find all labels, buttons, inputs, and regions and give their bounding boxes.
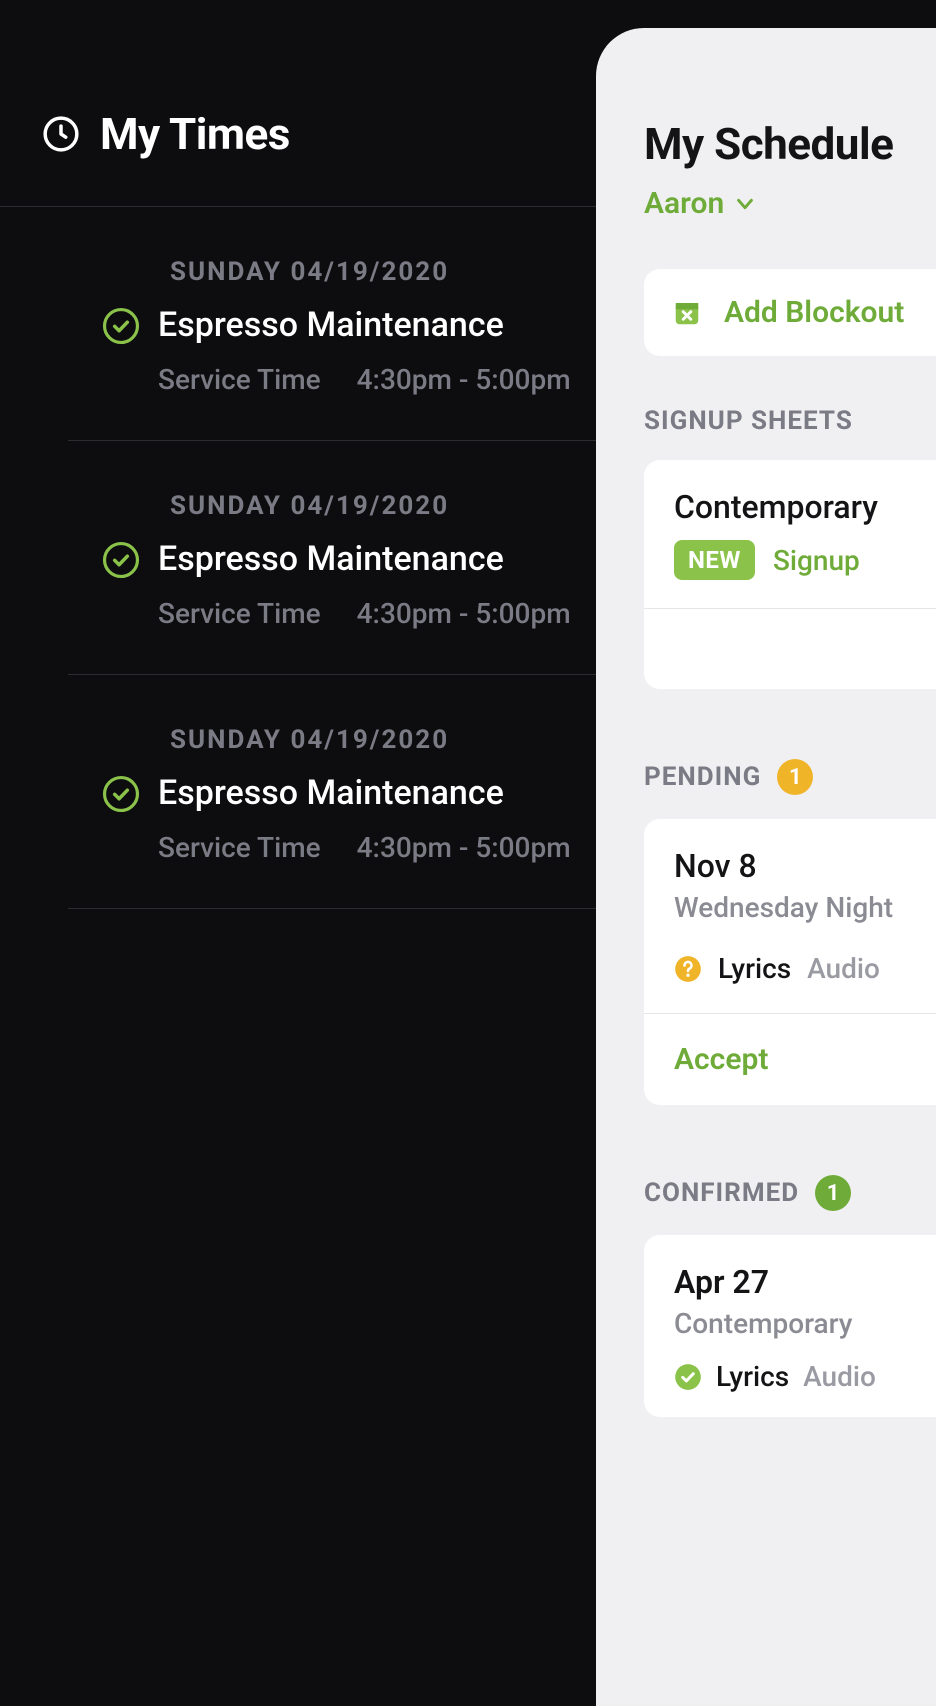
user-name: Aaron xyxy=(644,186,724,221)
time-item[interactable]: SUNDAY 04/19/2020 Espresso Maintenance S… xyxy=(68,675,596,909)
time-title: Espresso Maintenance xyxy=(158,539,571,579)
confirmed-date: Apr 27 xyxy=(674,1263,936,1301)
check-circle-icon xyxy=(102,307,140,345)
pending-count-badge: 1 xyxy=(777,759,813,795)
signup-sheets-label: SIGNUP SHEETS xyxy=(644,406,936,436)
time-date: SUNDAY 04/19/2020 xyxy=(170,257,596,287)
question-icon xyxy=(674,955,702,983)
time-date: SUNDAY 04/19/2020 xyxy=(170,725,596,755)
confirmed-role-secondary: Audio xyxy=(803,1360,876,1393)
time-title: Espresso Maintenance xyxy=(158,305,571,345)
time-body: Espresso Maintenance Service Time 4:30pm… xyxy=(158,305,571,396)
my-schedule-title: My Schedule xyxy=(644,118,936,170)
time-range: 4:30pm - 5:00pm xyxy=(357,597,571,630)
time-item[interactable]: SUNDAY 04/19/2020 Espresso Maintenance S… xyxy=(68,207,596,441)
confirmed-card[interactable]: Apr 27 Contemporary Lyrics Audio xyxy=(644,1235,936,1417)
time-body: Espresso Maintenance Service Time 4:30pm… xyxy=(158,773,571,864)
signup-title: Contemporary xyxy=(674,488,936,526)
pending-subtitle: Wednesday Night xyxy=(674,891,936,924)
service-label: Service Time xyxy=(158,363,321,396)
signup-action[interactable]: Signup xyxy=(773,544,860,577)
clock-icon xyxy=(42,115,80,153)
confirmed-count-badge: 1 xyxy=(815,1175,851,1211)
signup-empty-row xyxy=(644,609,936,689)
service-label: Service Time xyxy=(158,831,321,864)
check-fill-icon xyxy=(674,1363,702,1391)
confirmed-role-primary: Lyrics xyxy=(716,1360,789,1393)
pending-role-primary: Lyrics xyxy=(718,952,791,985)
times-list: SUNDAY 04/19/2020 Espresso Maintenance S… xyxy=(0,207,596,909)
time-item[interactable]: SUNDAY 04/19/2020 Espresso Maintenance S… xyxy=(68,441,596,675)
pending-role-secondary: Audio xyxy=(807,952,880,985)
my-times-header: My Times xyxy=(0,0,596,160)
calendar-x-icon xyxy=(672,298,702,328)
time-body: Espresso Maintenance Service Time 4:30pm… xyxy=(158,539,571,630)
confirmed-subtitle: Contemporary xyxy=(674,1307,936,1340)
my-times-title: My Times xyxy=(100,108,290,160)
pending-label: PENDING 1 xyxy=(644,759,936,795)
user-selector[interactable]: Aaron xyxy=(644,186,756,221)
signup-card[interactable]: Contemporary NEW Signup xyxy=(644,460,936,689)
service-label: Service Time xyxy=(158,597,321,630)
time-date: SUNDAY 04/19/2020 xyxy=(170,491,596,521)
add-blockout-button[interactable]: Add Blockout xyxy=(644,269,936,356)
time-range: 4:30pm - 5:00pm xyxy=(357,831,571,864)
time-range: 4:30pm - 5:00pm xyxy=(357,363,571,396)
accept-button[interactable]: Accept xyxy=(674,1042,768,1077)
check-circle-icon xyxy=(102,541,140,579)
chevron-down-icon xyxy=(734,193,756,215)
pending-date: Nov 8 xyxy=(674,847,936,885)
check-circle-icon xyxy=(102,775,140,813)
pending-card[interactable]: Nov 8 Wednesday Night Lyrics Audio Accep… xyxy=(644,819,936,1105)
confirmed-label: CONFIRMED 1 xyxy=(644,1175,936,1211)
new-badge: NEW xyxy=(674,540,755,580)
add-blockout-label: Add Blockout xyxy=(724,295,904,330)
my-times-panel: My Times SUNDAY 04/19/2020 Espresso Main… xyxy=(0,0,596,1706)
my-schedule-panel: My Schedule Aaron Add Blockout SIGNUP SH… xyxy=(596,28,936,1706)
time-title: Espresso Maintenance xyxy=(158,773,571,813)
